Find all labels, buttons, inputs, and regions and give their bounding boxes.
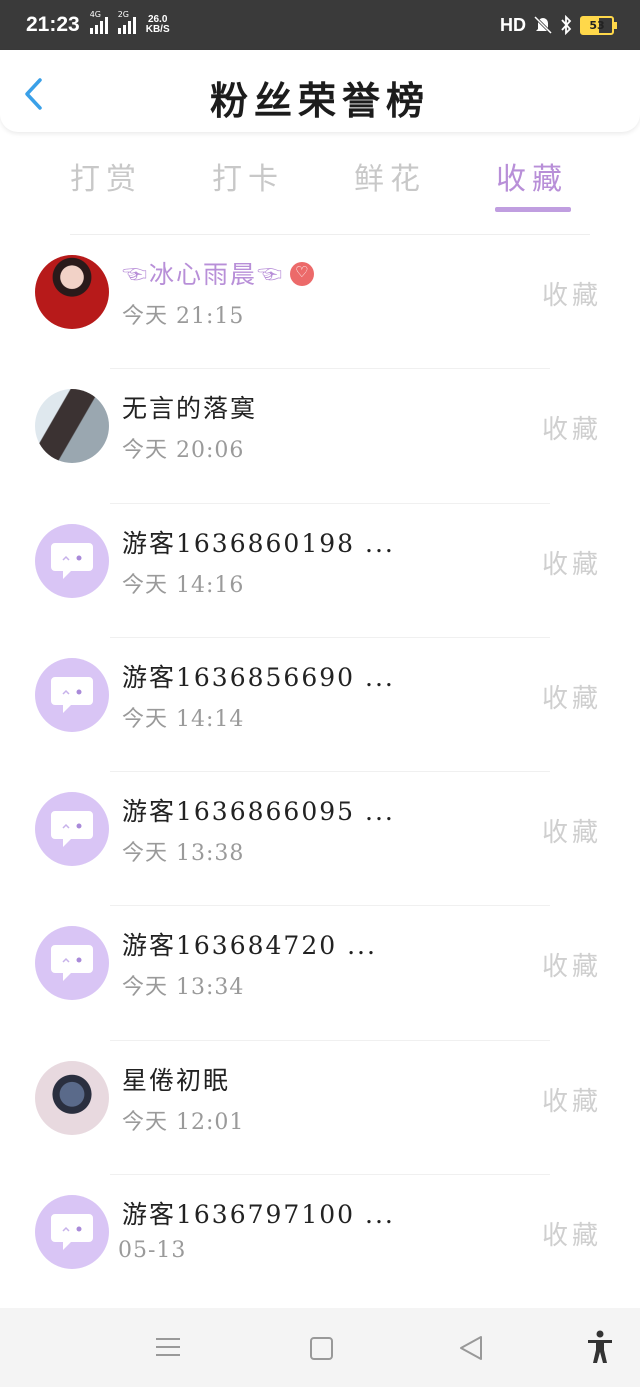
accessibility-icon[interactable] bbox=[586, 1330, 614, 1364]
list-item[interactable]: 游客163684720 ... 今天 13:34 收藏 bbox=[0, 906, 640, 1041]
status-left: 21:23 4G 2G 26.0 KB/S bbox=[26, 10, 170, 37]
home-icon[interactable] bbox=[310, 1337, 333, 1360]
net-type-2: 2G bbox=[117, 10, 130, 19]
list-item[interactable]: ☜冰心雨晨☜ 今天 21:15 收藏 bbox=[0, 235, 640, 370]
guest-avatar[interactable] bbox=[35, 1195, 109, 1270]
header: 粉丝荣誉榜 bbox=[0, 50, 640, 132]
fan-name: ☜冰心雨晨☜ bbox=[122, 255, 315, 291]
list-item[interactable]: 游客1636856690 ... 今天 14:14 收藏 bbox=[0, 638, 640, 773]
active-tab-indicator bbox=[495, 207, 571, 212]
fan-name: 游客1636866095 ... bbox=[122, 797, 395, 827]
net-type-1: 4G bbox=[89, 10, 102, 19]
menu-icon[interactable] bbox=[156, 1338, 180, 1362]
battery-level: 53 bbox=[589, 18, 605, 32]
status-time: 21:23 bbox=[26, 13, 80, 36]
chat-bubble-icon bbox=[51, 945, 93, 982]
guest-avatar[interactable] bbox=[35, 523, 109, 598]
list-item[interactable]: 游客1636860198 ... 今天 14:16 收藏 bbox=[0, 504, 640, 638]
system-nav-bar bbox=[0, 1308, 640, 1387]
tab-flowers[interactable]: 鲜花 bbox=[330, 154, 450, 198]
avatar[interactable] bbox=[35, 1060, 109, 1135]
list-item[interactable]: 游客1636866095 ... 今天 13:38 收藏 bbox=[0, 772, 640, 907]
fan-name: 游客163684720 ... bbox=[122, 931, 377, 961]
hd-indicator: HD bbox=[500, 14, 526, 35]
chat-bubble-icon bbox=[51, 811, 93, 848]
status-bar: 21:23 4G 2G 26.0 KB/S HD 53 bbox=[0, 0, 640, 50]
page: 21:23 4G 2G 26.0 KB/S HD 53 粉丝荣誉榜 打赏 打卡 … bbox=[0, 0, 640, 1387]
list-item[interactable]: 星倦初眠 今天 12:01 收藏 bbox=[0, 1041, 640, 1176]
tab-reward[interactable]: 打赏 bbox=[46, 154, 166, 198]
fan-time: 今天 14:14 bbox=[122, 706, 245, 732]
action-label: 收藏 bbox=[541, 415, 602, 446]
fan-time: 今天 12:01 bbox=[122, 1109, 245, 1135]
guest-avatar[interactable] bbox=[35, 657, 109, 732]
fan-time: 今天 14:16 bbox=[122, 572, 245, 598]
fan-time: 今天 13:38 bbox=[122, 841, 245, 867]
fan-name: 无言的落寞 bbox=[122, 394, 258, 424]
tab-favorites[interactable]: 收藏 bbox=[472, 154, 592, 198]
tab-checkin[interactable]: 打卡 bbox=[188, 154, 308, 198]
action-label: 收藏 bbox=[541, 952, 602, 983]
battery-icon: 53 bbox=[580, 15, 617, 35]
fan-name-text: ☜冰心雨晨☜ bbox=[122, 260, 285, 289]
chat-bubble-icon bbox=[51, 676, 93, 713]
signal-2g-icon: 2G bbox=[117, 10, 136, 34]
action-label: 收藏 bbox=[541, 281, 602, 311]
vip-diamond-icon bbox=[290, 261, 315, 286]
bluetooth-icon bbox=[561, 15, 572, 35]
guest-avatar[interactable] bbox=[35, 926, 109, 1001]
chat-bubble-icon bbox=[51, 1214, 93, 1251]
status-right: HD 53 bbox=[500, 14, 617, 36]
action-label: 收藏 bbox=[541, 549, 602, 580]
action-label: 收藏 bbox=[541, 683, 602, 714]
action-label: 收藏 bbox=[541, 1086, 602, 1117]
list-item[interactable]: 无言的落寞 今天 20:06 收藏 bbox=[0, 369, 640, 504]
fan-time: 今天 13:34 bbox=[122, 975, 245, 1001]
fan-name: 游客1636856690 ... bbox=[122, 662, 395, 692]
signal-4g-icon: 4G bbox=[89, 10, 108, 34]
guest-avatar[interactable] bbox=[35, 792, 109, 867]
fan-time: 05-13 bbox=[118, 1238, 187, 1264]
network-speed: 26.0 KB/S bbox=[146, 15, 170, 35]
fan-name: 游客1636860198 ... bbox=[122, 528, 395, 558]
chat-bubble-icon bbox=[51, 542, 93, 579]
fan-name: 游客1636797100 ... bbox=[122, 1200, 395, 1230]
action-label: 收藏 bbox=[541, 818, 602, 849]
list-item[interactable]: 游客1636797100 ... 05-13 收藏 bbox=[0, 1175, 640, 1309]
mute-icon bbox=[534, 15, 552, 35]
fan-time: 今天 21:15 bbox=[122, 304, 245, 329]
tab-bar: 打赏 打卡 鲜花 收藏 bbox=[0, 132, 640, 222]
avatar[interactable] bbox=[35, 389, 109, 464]
action-label: 收藏 bbox=[541, 1221, 602, 1252]
fan-name: 星倦初眠 bbox=[122, 1065, 231, 1095]
avatar[interactable] bbox=[35, 255, 109, 329]
back-triangle-icon[interactable] bbox=[459, 1335, 483, 1361]
page-title: 粉丝荣誉榜 bbox=[209, 78, 430, 123]
fan-list: ☜冰心雨晨☜ 今天 21:15 收藏 无言的落寞 今天 20:06 收藏 游客1… bbox=[0, 235, 640, 1309]
fan-time: 今天 20:06 bbox=[122, 438, 245, 464]
speed-unit: KB/S bbox=[145, 24, 170, 35]
